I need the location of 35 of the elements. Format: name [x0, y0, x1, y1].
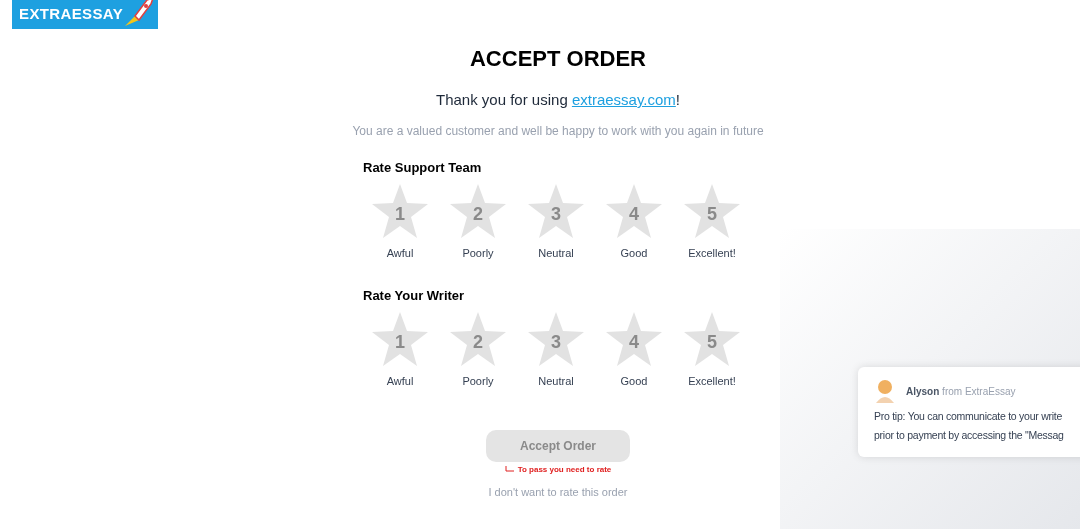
star[interactable]: 3 [527, 311, 585, 367]
hint-text: To pass you need to rate [517, 463, 612, 476]
star-rating[interactable]: 1 Awful 2 Poorly 3 Neutral 4 Good 5 Excellent! [361, 311, 753, 390]
star[interactable]: 2 [449, 183, 507, 239]
star[interactable]: 5 [683, 311, 741, 367]
star-label: Awful [386, 374, 414, 389]
star-label: Poorly [462, 374, 494, 389]
skip-rating-link[interactable]: I don't want to rate this order [488, 483, 628, 500]
thanks-text: Thank you for using extraessay.com! [436, 90, 680, 110]
star[interactable]: 1 [371, 183, 429, 239]
star-label: Neutral [538, 374, 574, 389]
logo[interactable]: EXTRAESSAY [12, 0, 159, 29]
rating-title: Rate Your Writer [363, 286, 466, 305]
star[interactable]: 3 [527, 183, 585, 239]
star[interactable]: 2 [449, 311, 507, 367]
rating-title: Rate Support Team [363, 158, 483, 177]
avatar-icon [874, 379, 896, 403]
star-rating[interactable]: 1 Awful 2 Poorly 3 Neutral 4 Good 5 Excellent! [361, 183, 753, 262]
page-title: ACCEPT ORDER [470, 45, 646, 73]
star-label: Good [620, 374, 648, 389]
sender-name: Alyson from ExtraEssay [906, 384, 1016, 399]
star[interactable]: 4 [605, 311, 663, 367]
star-label: Excellent! [688, 374, 736, 389]
star-label: Poorly [462, 246, 494, 261]
site-link[interactable]: extraessay.com [571, 91, 676, 108]
star-label: Excellent! [688, 246, 736, 261]
star[interactable]: 4 [605, 183, 663, 239]
chat-message-line: prior to payment by accessing the "Messag [874, 427, 1065, 443]
star-label: Good [620, 246, 648, 261]
star[interactable]: 1 [371, 311, 429, 367]
star-label: Neutral [538, 246, 574, 261]
subtitle: You are a valued customer and well be happy to work with you again in future [352, 122, 764, 140]
chat-message-line: Pro tip: You can communicate to your write [874, 409, 1063, 424]
star-label: Awful [386, 246, 414, 261]
star[interactable]: 5 [683, 183, 741, 239]
